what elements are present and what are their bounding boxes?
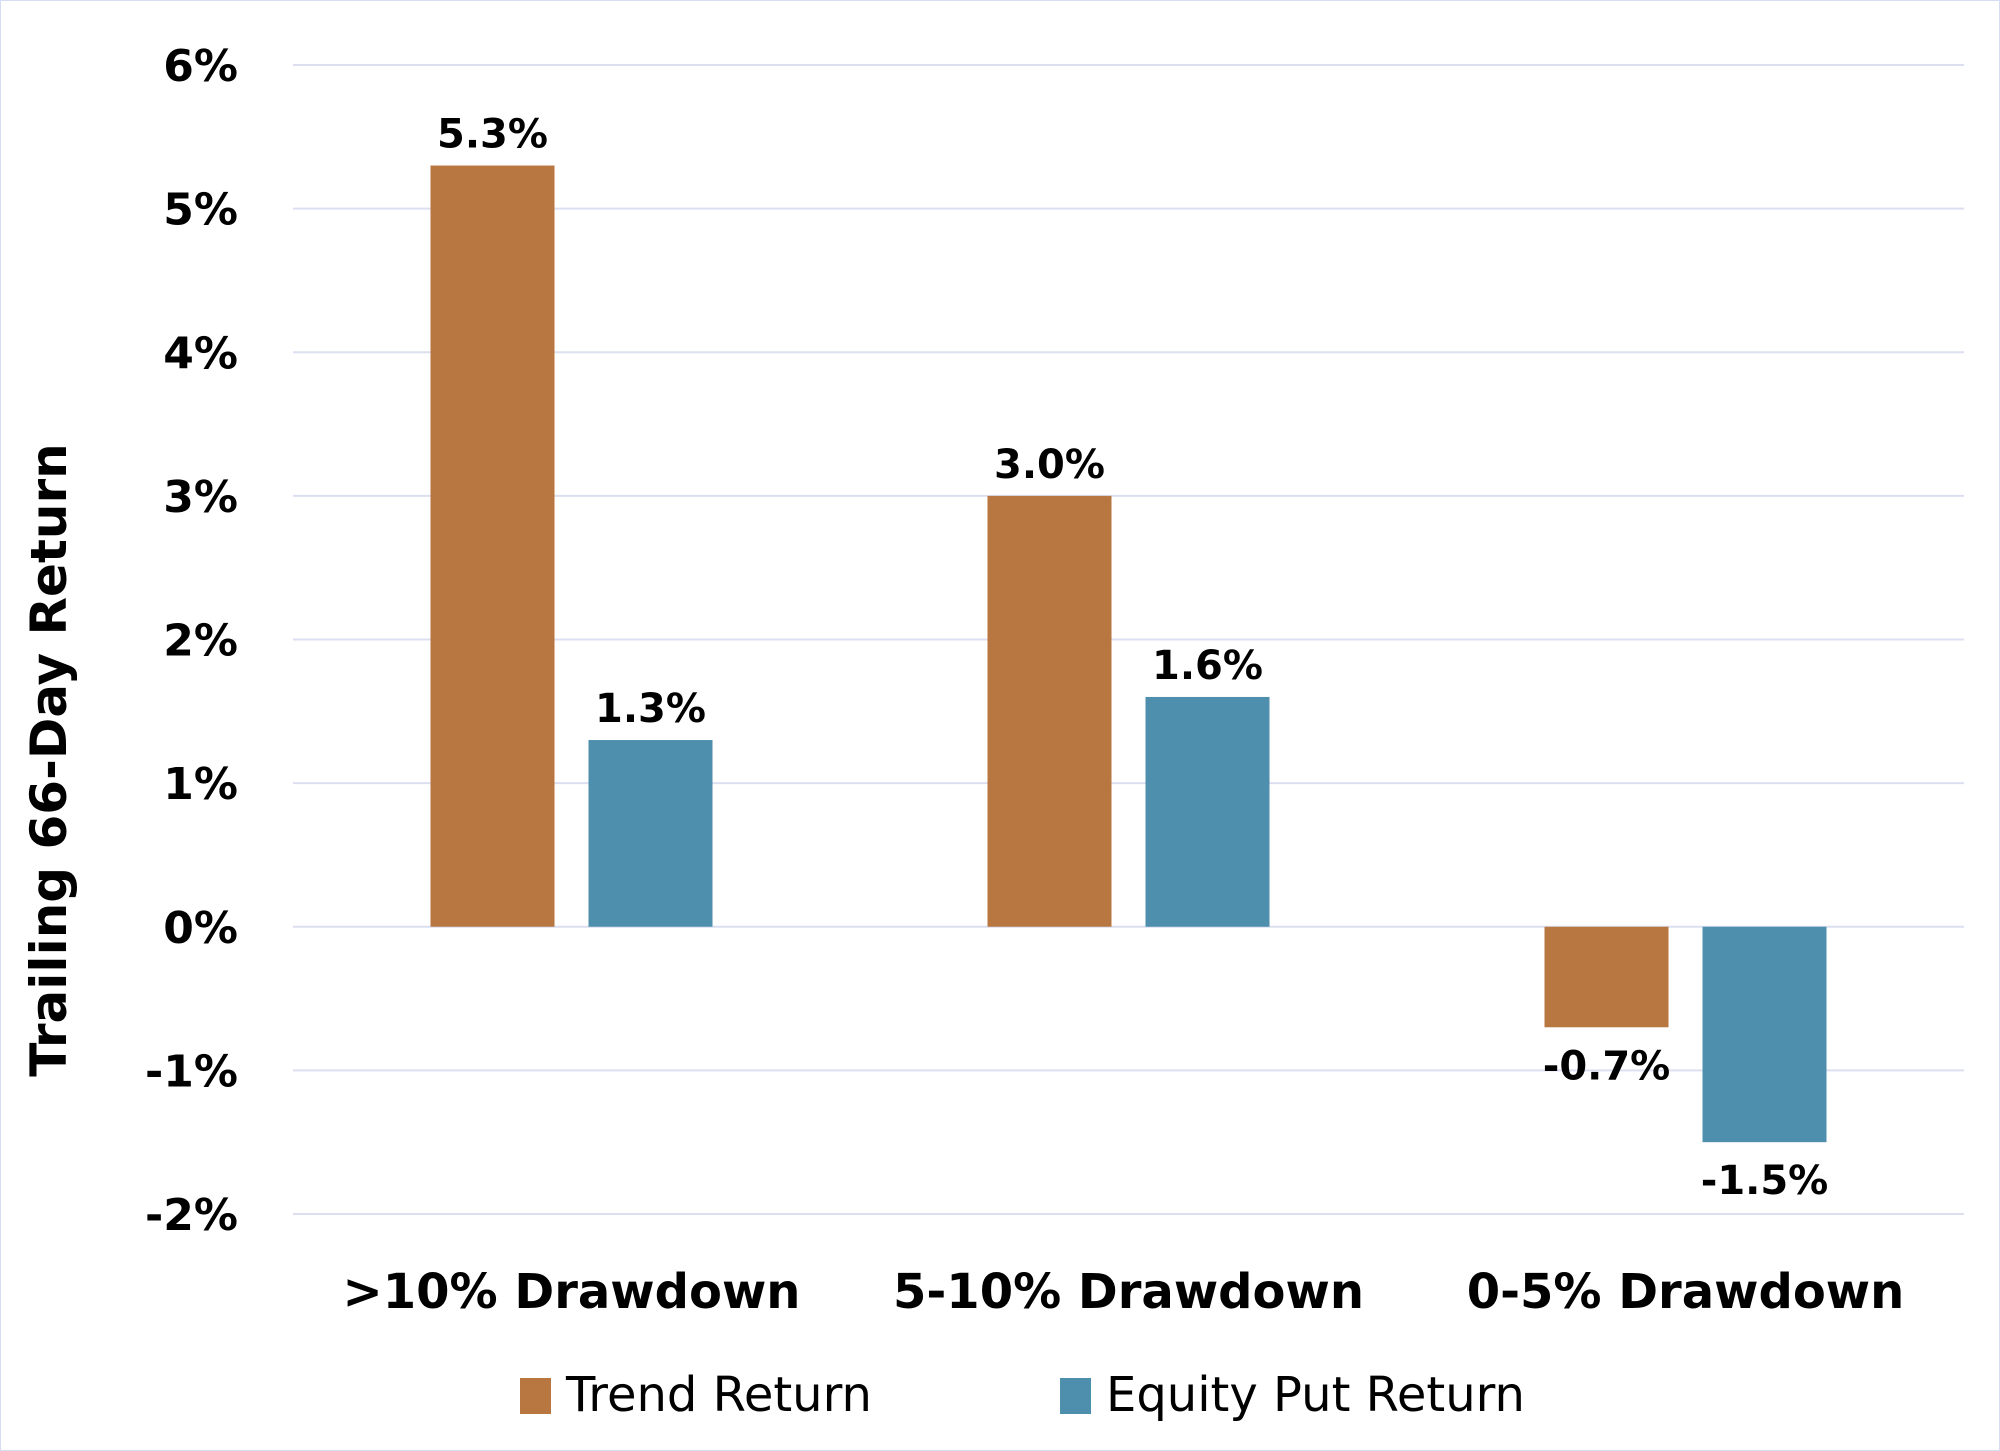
x-category-label: 5-10% Drawdown xyxy=(893,1264,1364,1320)
legend: Trend Return Equity Put Return xyxy=(520,1367,1525,1423)
legend-label: Equity Put Return xyxy=(1106,1367,1525,1423)
bar-trend xyxy=(1544,926,1669,1028)
y-tick-label: -2% xyxy=(145,1190,238,1241)
y-tick-label: 0% xyxy=(163,903,238,954)
legend-label: Trend Return xyxy=(565,1367,872,1423)
data-label: -1.5% xyxy=(1701,1158,1829,1204)
bar-equity-put xyxy=(1145,696,1270,927)
data-label: -0.7% xyxy=(1543,1043,1671,1089)
data-labels: 5.3% 1.3% 3.0% 1.6% -0.7% -1.5% xyxy=(437,112,1828,1205)
x-category-label: >10% Drawdown xyxy=(343,1264,801,1320)
x-axis-categories: >10% Drawdown 5-10% Drawdown 0-5% Drawdown xyxy=(343,1264,1905,1320)
data-label: 1.3% xyxy=(595,686,706,732)
y-tick-label: 2% xyxy=(163,616,238,667)
y-tick-label: -1% xyxy=(145,1046,238,1097)
y-tick-label: 6% xyxy=(163,41,238,92)
bar-trend xyxy=(430,165,555,927)
bar-chart: 6% 5% 4% 3% 2% 1% 0% -1% -2% 5.3% 1.3% 3.0% 1.6% -0.… xyxy=(20,41,1964,1423)
x-category-label: 0-5% Drawdown xyxy=(1467,1264,1905,1320)
data-label: 3.0% xyxy=(994,442,1105,488)
y-tick-label: 5% xyxy=(163,185,238,236)
legend-swatch-icon xyxy=(1060,1378,1091,1414)
y-tick-label: 1% xyxy=(163,759,238,810)
data-label: 1.6% xyxy=(1152,643,1263,689)
bar-equity-put xyxy=(1702,926,1827,1143)
y-tick-label: 4% xyxy=(163,328,238,379)
bar-equity-put xyxy=(588,740,713,927)
legend-swatch-icon xyxy=(520,1378,551,1414)
bars xyxy=(430,165,1827,1143)
y-tick-label: 3% xyxy=(163,472,238,523)
bar-trend xyxy=(987,495,1112,927)
y-axis-ticks: 6% 5% 4% 3% 2% 1% 0% -1% -2% xyxy=(145,41,238,1241)
data-label: 5.3% xyxy=(437,112,548,158)
y-axis-label: Trailing 66-Day Return xyxy=(20,443,78,1076)
